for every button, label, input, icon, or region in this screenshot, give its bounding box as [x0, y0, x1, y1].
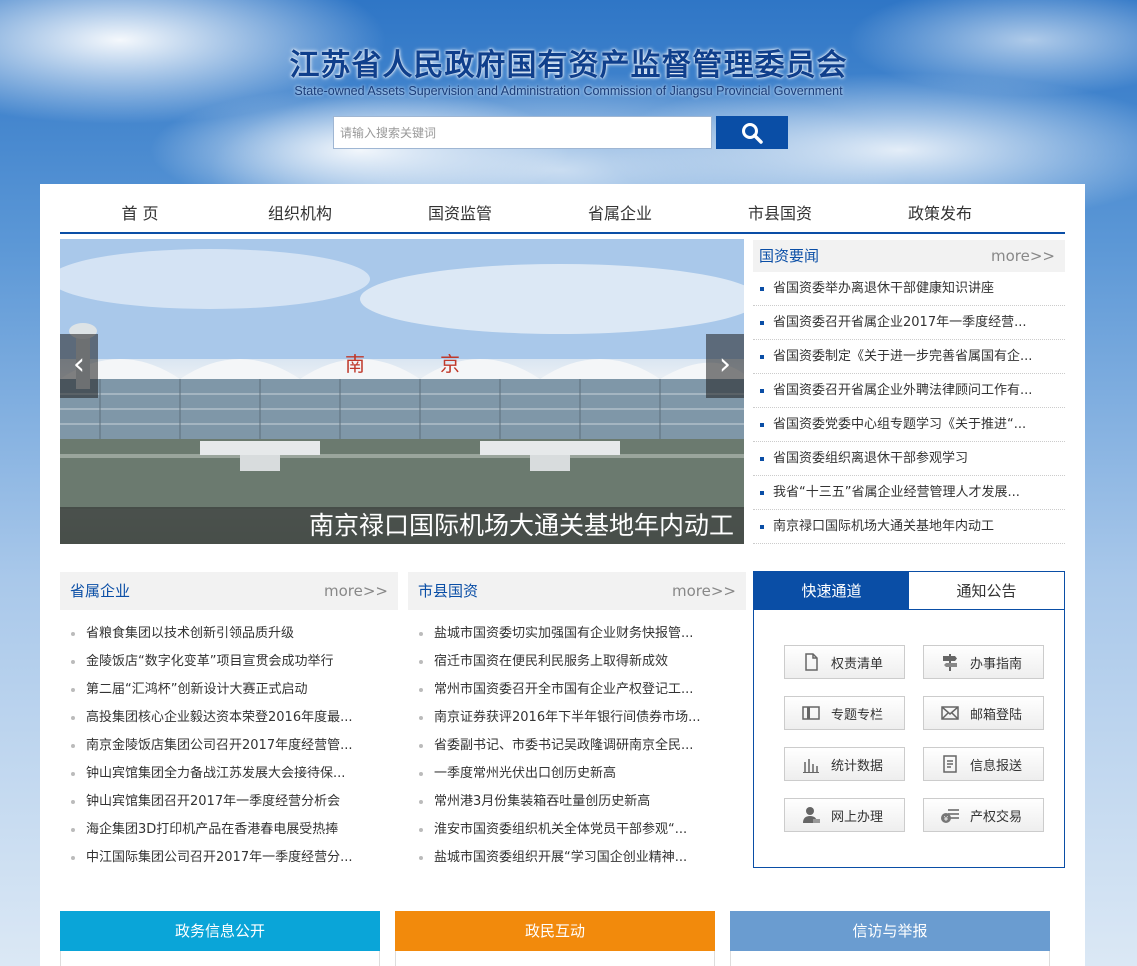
slider-next-button[interactable]: › [706, 334, 744, 398]
bar-chart-icon [803, 759, 819, 773]
bottom-panel: 政务信息公开 政民互动 信访与举报 [40, 881, 1085, 966]
slider-prev-button[interactable]: ‹ [60, 334, 98, 398]
news-item[interactable]: 南京禄口国际机场大通关基地年内动工 [753, 510, 1065, 544]
quick-button-property-trading[interactable]: ¥ 产权交易 [923, 798, 1044, 832]
news-box: 国资要闻 more>> 省国资委举办离退休干部健康知识讲座 省国资委召开省属企业… [753, 240, 1065, 545]
list-item[interactable]: 钟山宾馆集团召开2017年一季度经营分析会 [60, 788, 398, 816]
quick-access-box: 快速通道 通知公告 权责清单 办事指南 专题专栏 邮箱登陆 统计数据 信息报送 [753, 571, 1065, 868]
news-item[interactable]: 我省“十三五”省属企业经营管理人才发展... [753, 476, 1065, 510]
tab-petition-report[interactable]: 信访与举报 [730, 911, 1050, 951]
bottom-card [60, 951, 380, 966]
news-more-link[interactable]: more>> [991, 240, 1055, 272]
nav-item-policy[interactable]: 政策发布 [860, 200, 1020, 224]
list-item[interactable]: 南京证券获评2016年下半年银行间债券市场... [408, 704, 746, 732]
list-item[interactable]: 盐城市国资委切实加强国有企业财务快报管... [408, 620, 746, 648]
nav-item-municipal-assets[interactable]: 市县国资 [700, 200, 860, 224]
news-header: 国资要闻 more>> [753, 240, 1065, 272]
document-icon [805, 653, 818, 671]
bottom-card [395, 951, 715, 966]
news-list: 省国资委举办离退休干部健康知识讲座 省国资委召开省属企业2017年一季度经营..… [753, 272, 1065, 544]
site-subtitle: State-owned Assets Supervision and Admin… [294, 84, 843, 98]
quick-button-responsibility-list[interactable]: 权责清单 [784, 645, 905, 679]
news-item[interactable]: 省国资委制定《关于进一步完善省属国有企... [753, 340, 1065, 374]
municipal-header: 市县国资 more>> [408, 572, 746, 610]
list-item[interactable]: 第二届“汇鸿杯”创新设计大赛正式启动 [60, 676, 398, 704]
tab-government-info[interactable]: 政务信息公开 [60, 911, 380, 951]
main-panel: 首 页 组织机构 国资监管 省属企业 市县国资 政策发布 南 京 ‹ › 南京禄… [40, 184, 1085, 881]
quick-button-label: 信息报送 [970, 758, 1023, 774]
list-item[interactable]: 南京金陵饭店集团公司召开2017年度经营管... [60, 732, 398, 760]
quick-button-service-guide[interactable]: 办事指南 [923, 645, 1044, 679]
news-item[interactable]: 省国资委组织离退休干部参观学习 [753, 442, 1065, 476]
list-item[interactable]: 一季度常州光伏出口创历史新高 [408, 760, 746, 788]
list-item[interactable]: 常州市国资委召开全市国有企业产权登记工... [408, 676, 746, 704]
site-header: 江苏省人民政府国有资产监督管理委员会 State-owned Assets Su… [0, 0, 1137, 184]
bottom-card [730, 951, 1050, 966]
municipal-title: 市县国资 [418, 582, 479, 600]
list-item[interactable]: 宿迁市国资在便民利民服务上取得新成效 [408, 648, 746, 676]
list-item[interactable]: 盐城市国资委组织开展“学习国企创业精神... [408, 844, 746, 872]
slide-sign-text: 京 [440, 352, 460, 376]
svg-text:¥: ¥ [944, 815, 949, 823]
list-item[interactable]: 中江国际集团公司召开2017年一季度经营分... [60, 844, 398, 872]
municipal-more-link[interactable]: more>> [672, 572, 736, 610]
user-icon [803, 807, 820, 823]
list-item[interactable]: 淮安市国资委组织机关全体党员干部参观“... [408, 816, 746, 844]
tab-quick-access[interactable]: 快速通道 [754, 572, 909, 610]
search-button[interactable] [716, 116, 788, 149]
quick-button-info-submission[interactable]: 信息报送 [923, 747, 1044, 781]
quick-button-label: 权责清单 [831, 656, 884, 672]
report-icon [943, 755, 957, 773]
quick-button-label: 产权交易 [970, 809, 1023, 825]
provincial-list: 省粮食集团以技术创新引领品质升级 金陵饭店“数字化变革”项目宣贯会成功举行 第二… [60, 610, 398, 872]
signpost-icon [943, 654, 957, 671]
quick-button-online-service[interactable]: 网上办理 [784, 798, 905, 832]
list-item[interactable]: 常州港3月份集装箱吞吐量创历史新高 [408, 788, 746, 816]
news-item[interactable]: 省国资委举办离退休干部健康知识讲座 [753, 272, 1065, 306]
news-title: 国资要闻 [759, 247, 820, 265]
quick-button-special-column[interactable]: 专题专栏 [784, 696, 905, 730]
news-item[interactable]: 省国资委召开省属企业外聘法律顾问工作有... [753, 374, 1065, 408]
search-input[interactable] [333, 116, 712, 149]
nav-item-provincial-enterprises[interactable]: 省属企业 [540, 200, 700, 224]
book-icon [802, 706, 820, 720]
list-item[interactable]: 钟山宾馆集团全力备战江苏发展大会接待保... [60, 760, 398, 788]
nav-item-supervision[interactable]: 国资监管 [380, 200, 540, 224]
municipal-assets-box: 市县国资 more>> 盐城市国资委切实加强国有企业财务快报管... 宿迁市国资… [408, 572, 746, 869]
provincial-title: 省属企业 [70, 582, 131, 600]
image-slider[interactable]: 南 京 ‹ › 南京禄口国际机场大通关基地年内动工 [60, 239, 744, 544]
provincial-header: 省属企业 more>> [60, 572, 398, 610]
slide-caption[interactable]: 南京禄口国际机场大通关基地年内动工 [60, 507, 744, 544]
news-item[interactable]: 省国资委党委中心组专题学习《关于推进“... [753, 408, 1065, 442]
provincial-enterprises-box: 省属企业 more>> 省粮食集团以技术创新引领品质升级 金陵饭店“数字化变革”… [60, 572, 398, 869]
quick-button-label: 统计数据 [831, 758, 884, 774]
quick-button-label: 专题专栏 [831, 707, 884, 723]
quick-button-statistics[interactable]: 统计数据 [784, 747, 905, 781]
search-icon [742, 122, 763, 144]
site-title: 江苏省人民政府国有资产监督管理委员会 [289, 48, 848, 83]
slide-sign-text: 南 [345, 352, 365, 376]
airport-terminal-image: 南 京 [60, 239, 744, 509]
list-item[interactable]: 省粮食集团以技术创新引领品质升级 [60, 620, 398, 648]
list-item[interactable]: 高投集团核心企业毅达资本荣登2016年度最... [60, 704, 398, 732]
list-item[interactable]: 省委副书记、市委书记吴政隆调研南京全民... [408, 732, 746, 760]
list-item[interactable]: 海企集团3D打印机产品在香港春电展受热捧 [60, 816, 398, 844]
main-nav: 首 页 组织机构 国资监管 省属企业 市县国资 政策发布 [60, 184, 1065, 234]
nav-item-home[interactable]: 首 页 [60, 200, 220, 224]
quick-button-mail-login[interactable]: 邮箱登陆 [923, 696, 1044, 730]
quick-button-label: 办事指南 [970, 656, 1023, 672]
quick-button-label: 邮箱登陆 [970, 707, 1023, 723]
news-item[interactable]: 省国资委召开省属企业2017年一季度经营... [753, 306, 1065, 340]
nav-item-organization[interactable]: 组织机构 [220, 200, 380, 224]
list-item[interactable]: 金陵饭店“数字化变革”项目宣贯会成功举行 [60, 648, 398, 676]
tab-notices[interactable]: 通知公告 [909, 572, 1064, 610]
quick-button-label: 网上办理 [831, 809, 884, 825]
money-icon: ¥ [941, 809, 959, 823]
tab-public-interaction[interactable]: 政民互动 [395, 911, 715, 951]
provincial-more-link[interactable]: more>> [324, 572, 388, 610]
mail-icon [941, 706, 959, 720]
municipal-list: 盐城市国资委切实加强国有企业财务快报管... 宿迁市国资在便民利民服务上取得新成… [408, 610, 746, 872]
